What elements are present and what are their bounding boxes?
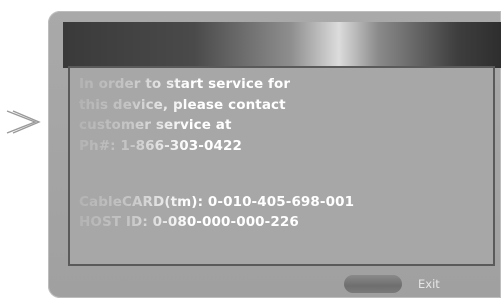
- service-activation-dialog: In order to start service for this devic…: [48, 11, 501, 298]
- exit-label: Exit: [418, 277, 440, 291]
- dialog-title-bar: [63, 22, 501, 68]
- phone-number: Ph#: 1-866-303-0422: [79, 138, 242, 154]
- cablecard-id: CableCARD(tm): 0-010-405-698-001: [79, 194, 355, 210]
- message-line-3: customer service at: [79, 117, 232, 133]
- double-chevron-right-icon: [6, 110, 41, 134]
- host-id: HOST ID: 0-080-000-000-226: [79, 214, 299, 230]
- exit-button[interactable]: [344, 275, 402, 293]
- message-box: In order to start service for this devic…: [68, 66, 495, 266]
- message-line-1: In order to start service for: [79, 76, 291, 92]
- message-line-2: this device, please contact: [79, 97, 286, 113]
